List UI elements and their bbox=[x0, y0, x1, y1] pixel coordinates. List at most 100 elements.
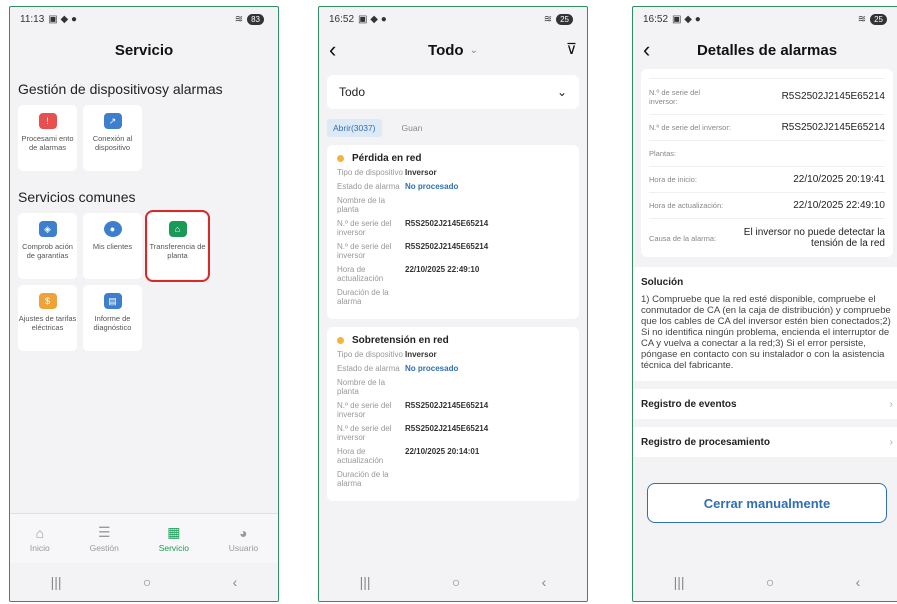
phone-screen-alarm-list: 16:52 ▣ ◆ ● ≋ 25 ‹ Todo ⌄ ⊽ Todo ⌄ Abrir(30… bbox=[318, 6, 588, 602]
tile-electric-rates[interactable]: $ Ajustes de tarifas eléctricas bbox=[18, 285, 77, 351]
alarm-card[interactable]: Pérdida en red Tipo de dispositivo Invers… bbox=[327, 145, 579, 319]
detail-row: Causa de la alarma: El inversor no puede … bbox=[649, 219, 885, 257]
app-bar: Servicio bbox=[10, 31, 278, 69]
alarm-card[interactable]: Sobretensión en red Tipo de dispositivo I… bbox=[327, 327, 579, 501]
detail-row: Hora de actualización: 22/10/2025 22:49:1… bbox=[649, 193, 885, 219]
field-label: Duración de la alarma bbox=[337, 470, 389, 488]
recents-icon[interactable]: ||| bbox=[360, 574, 371, 590]
home-button-icon[interactable]: ○ bbox=[766, 574, 774, 590]
battery-icon: 25 bbox=[556, 13, 573, 25]
notification-icons: ▣ ◆ ● bbox=[672, 13, 701, 25]
field-label: Estado de alarma bbox=[337, 182, 400, 191]
detail-value: El inversor no puede detectar la tensión… bbox=[743, 227, 885, 249]
status-time: 16:52 bbox=[329, 13, 355, 25]
close-manually-button[interactable]: Cerrar manualmente bbox=[647, 483, 887, 523]
tab-servicio[interactable]: ▦ Servicio bbox=[159, 524, 189, 553]
field-value: R5S2502J2145E65214 bbox=[405, 401, 489, 410]
field-value: Inversor bbox=[405, 168, 437, 177]
processing-log-link[interactable]: Registro de procesamiento › bbox=[633, 427, 897, 457]
alarm-icon: ! bbox=[38, 113, 57, 129]
list-icon: ☰ bbox=[97, 524, 111, 540]
shield-icon: ◈ bbox=[38, 221, 57, 237]
detail-value: 22/10/2025 22:49:10 bbox=[793, 200, 885, 211]
wifi-icon: ≋ bbox=[234, 13, 244, 25]
tile-label: Mis clientes bbox=[92, 242, 133, 251]
page-title: Detalles de alarmas bbox=[696, 41, 838, 59]
back-nav-icon[interactable]: ‹ bbox=[233, 574, 238, 590]
notification-icons: ▣ ◆ ● bbox=[358, 13, 387, 25]
detail-row-partial bbox=[649, 69, 885, 79]
tile-label: Conexión al dispositivo bbox=[92, 134, 133, 152]
tile-my-clients[interactable]: ● Mis clientes bbox=[83, 213, 142, 279]
field-label: N.º de serie del inversor bbox=[337, 401, 392, 419]
grid-icon: ▦ bbox=[167, 524, 181, 540]
wifi-icon: ≋ bbox=[857, 13, 867, 25]
tile-warranty-check[interactable]: ◈ Comprob ación de garantías bbox=[18, 213, 77, 279]
solution-section: Solución 1) Compruebe que la red esté di… bbox=[633, 267, 897, 381]
tile-label: Comprob ación de garantías bbox=[22, 242, 73, 260]
solution-title: Solución bbox=[641, 277, 684, 288]
tab-usuario[interactable]: ◕ Usuario bbox=[229, 525, 258, 553]
back-arrow-icon[interactable]: ‹ bbox=[329, 37, 336, 63]
tab-label: Usuario bbox=[228, 542, 259, 553]
user-icon: ◕ bbox=[239, 524, 248, 541]
recents-icon[interactable]: ||| bbox=[51, 574, 62, 590]
tab-label: Gestión bbox=[89, 543, 119, 553]
filter-dropdown[interactable]: Todo ⌄ bbox=[327, 75, 579, 109]
battery-icon: 83 bbox=[247, 13, 264, 25]
recents-icon[interactable]: ||| bbox=[674, 574, 685, 590]
tile-diagnostic-report[interactable]: ▤ Informe de diagnóstico bbox=[83, 285, 142, 351]
detail-value: 22/10/2025 20:19:41 bbox=[793, 174, 885, 185]
back-nav-icon[interactable]: ‹ bbox=[542, 574, 547, 590]
tile-device-connection[interactable]: ↗ Conexión al dispositivo bbox=[83, 105, 142, 171]
field-label: Nombre de la planta bbox=[337, 196, 386, 214]
tile-plant-transfer[interactable]: ⌂ Transferencia de planta bbox=[145, 210, 210, 282]
battery-icon: 25 bbox=[870, 13, 887, 25]
field-value: Inversor bbox=[405, 350, 437, 359]
link-label: Registro de procesamiento bbox=[641, 436, 770, 448]
field-label: Estado de alarma bbox=[337, 364, 400, 373]
page-title: Servicio bbox=[114, 41, 174, 59]
tab-label: Servicio bbox=[158, 543, 189, 553]
field-value: 22/10/2025 20:14:01 bbox=[405, 447, 480, 456]
chevron-down-icon[interactable]: ⌄ bbox=[470, 45, 478, 56]
app-bar: ‹ Todo ⌄ ⊽ bbox=[319, 31, 587, 69]
warning-dot-icon bbox=[337, 337, 344, 344]
back-nav-icon[interactable]: ‹ bbox=[856, 574, 861, 590]
chip-open[interactable]: Abrir(3037) bbox=[327, 119, 382, 137]
home-icon: ⌂ bbox=[35, 524, 45, 541]
tab-inicio[interactable]: ⌂ Inicio bbox=[30, 525, 50, 553]
back-arrow-icon[interactable]: ‹ bbox=[643, 37, 650, 63]
connection-icon: ↗ bbox=[103, 113, 122, 129]
page-title[interactable]: Todo bbox=[428, 42, 464, 59]
phone-screen-servicio: 11:13 ▣ ◆ ● ≋ 83 Servicio Gestión de dispo… bbox=[9, 6, 279, 602]
detail-label: N.º de serie del inversor: bbox=[649, 123, 731, 132]
events-log-link[interactable]: Registro de eventos › bbox=[633, 389, 897, 419]
tile-label: Transferencia de planta bbox=[149, 242, 206, 260]
field-label: Tipo de dispositivo bbox=[337, 350, 403, 359]
tab-gestion[interactable]: ☰ Gestión bbox=[90, 524, 119, 553]
alarm-title: Pérdida en red bbox=[352, 153, 422, 164]
field-value: 22/10/2025 22:49:10 bbox=[405, 265, 480, 274]
detail-label: N.º de serie del inversor: bbox=[649, 87, 701, 106]
home-button-icon[interactable]: ○ bbox=[143, 574, 151, 590]
wifi-icon: ≋ bbox=[543, 13, 553, 25]
detail-row: Hora de inicio: 22/10/2025 20:19:41 bbox=[649, 167, 885, 193]
phone-screen-alarm-details: 16:52 ▣ ◆ ● ≋ 25 ‹ Detalles de alarmas N.º… bbox=[632, 6, 897, 602]
tile-alarm-processing[interactable]: ! Procesami ento de alarmas bbox=[18, 105, 77, 171]
chevron-right-icon: › bbox=[889, 398, 893, 410]
field-label: N.º de serie del inversor bbox=[337, 242, 392, 260]
tab-label: Inicio bbox=[29, 542, 50, 553]
tile-label: Procesami ento de alarmas bbox=[21, 134, 74, 152]
field-label: N.º de serie del inversor bbox=[337, 424, 392, 442]
house-icon: ⌂ bbox=[168, 221, 187, 237]
home-button-icon[interactable]: ○ bbox=[452, 574, 460, 590]
detail-row: N.º de serie del inversor: R5S2502J2145E6… bbox=[649, 79, 885, 115]
status-bar: 16:52 ▣ ◆ ● ≋ 25 bbox=[633, 7, 897, 31]
app-bar: ‹ Detalles de alarmas bbox=[633, 31, 897, 69]
field-value: R5S2502J2145E65214 bbox=[405, 424, 489, 433]
detail-label: Hora de inicio: bbox=[649, 175, 697, 184]
filter-icon[interactable]: ⊽ bbox=[566, 40, 577, 58]
field-label: Tipo de dispositivo bbox=[337, 168, 403, 177]
chip-saved[interactable]: Guan bbox=[396, 119, 429, 137]
